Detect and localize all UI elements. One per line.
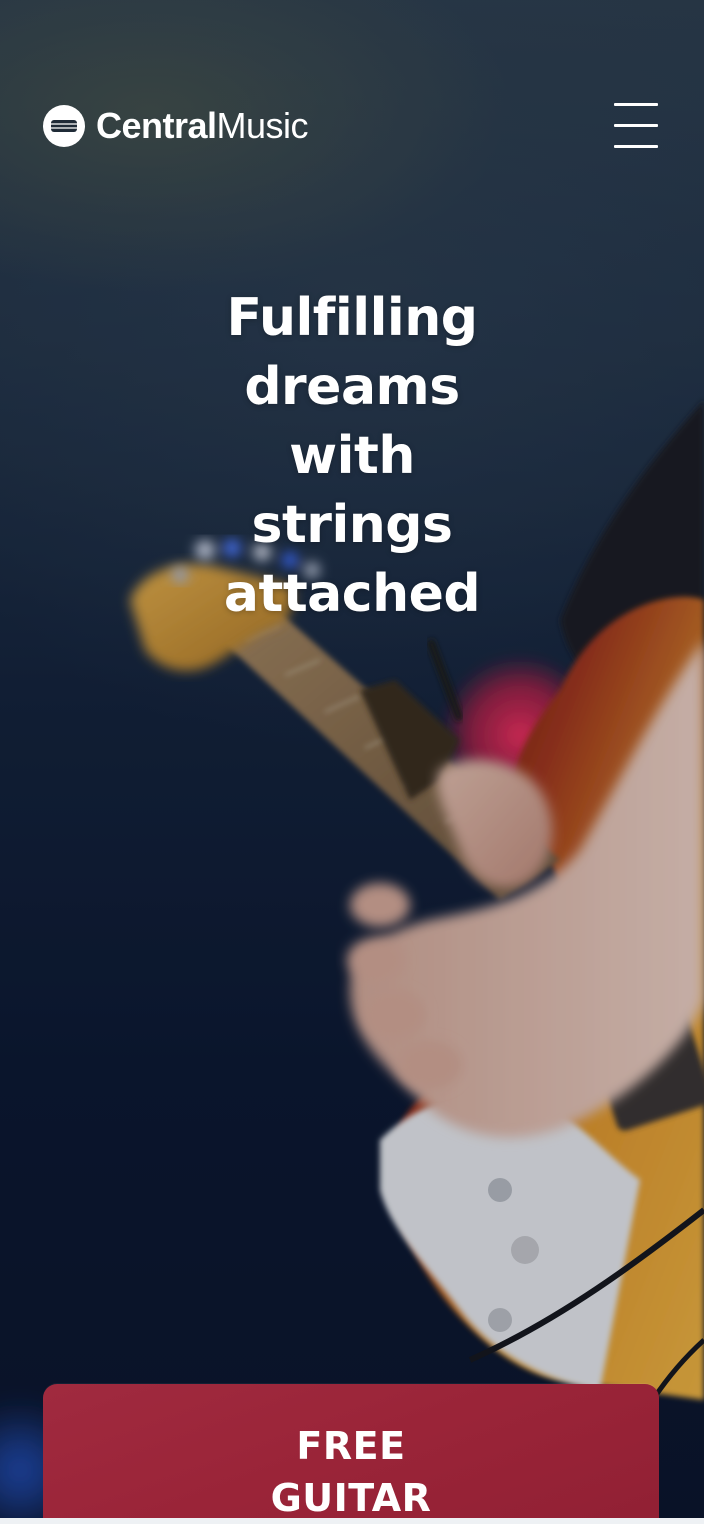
headline-line: strings — [251, 495, 453, 555]
headline-line: attached — [223, 564, 481, 624]
brand-name-bold: Central — [96, 105, 217, 146]
page-bottom-edge — [0, 1518, 704, 1524]
site-header: CentralMusic — [0, 0, 704, 250]
brand-name: CentralMusic — [96, 105, 309, 146]
hamburger-menu-icon[interactable] — [612, 100, 662, 152]
headline-line: Fulfilling — [226, 288, 478, 348]
brand-logo[interactable]: CentralMusic — [42, 100, 309, 152]
home-screen: CentralMusic Fulfilling dreams with stri… — [0, 0, 704, 1524]
cta-line: GUITAR — [270, 1476, 432, 1520]
guitar-pick-logo-icon — [43, 105, 85, 147]
cta-line: FREE — [296, 1424, 406, 1468]
headline-line: with — [289, 426, 415, 486]
free-guitar-button-label: FREE GUITAR — [43, 1420, 659, 1524]
headline-line: dreams — [244, 357, 460, 417]
free-guitar-button[interactable]: FREE GUITAR — [43, 1384, 659, 1524]
hero-headline: Fulfilling dreams with strings attached — [152, 284, 552, 629]
brand-name-light: Music — [216, 105, 309, 146]
